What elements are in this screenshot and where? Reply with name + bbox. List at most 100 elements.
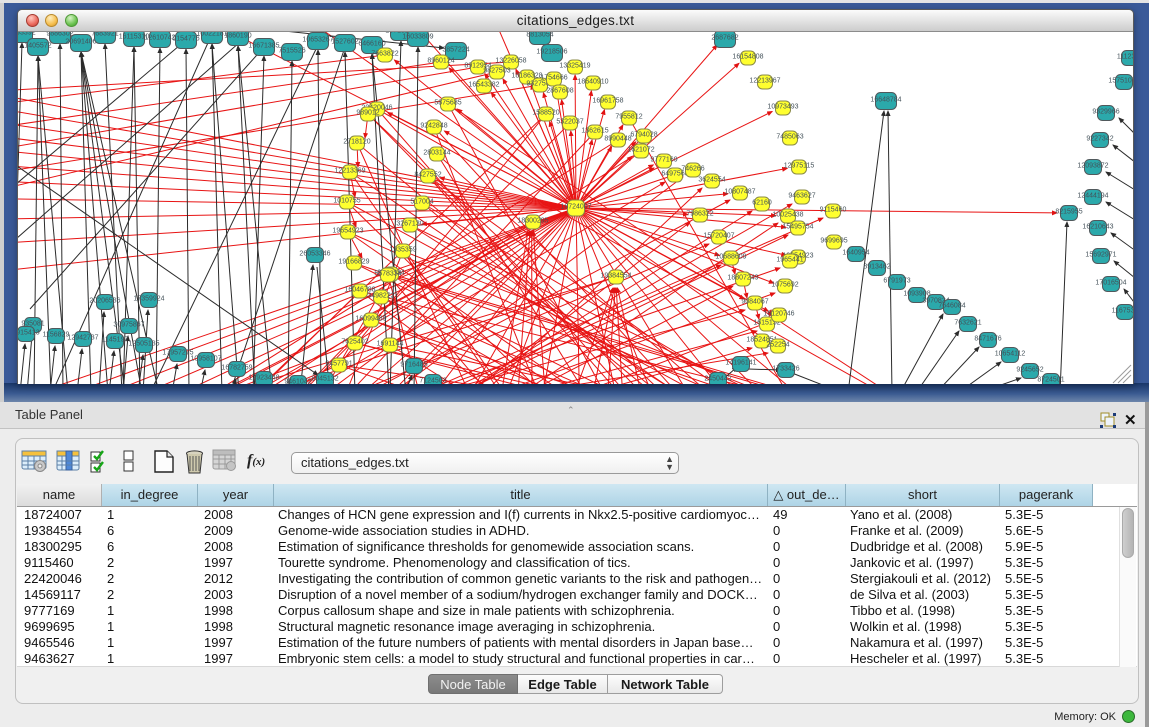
svg-text:1993392: 1993392 [18,32,36,37]
svg-text:16782759: 16782759 [221,365,252,372]
svg-text:16033809: 16033809 [402,34,433,41]
svg-text:8913462: 8913462 [863,264,890,271]
svg-text:7646084: 7646084 [938,303,965,310]
svg-text:517004: 517004 [410,199,433,206]
svg-text:3624554: 3624554 [698,177,725,184]
svg-text:16154808: 16154808 [732,54,763,61]
svg-text:10654112: 10654112 [995,351,1026,358]
svg-text:16099489: 16099489 [355,316,386,323]
svg-text:746266: 746266 [681,166,704,173]
svg-text:12213369: 12213369 [334,168,365,175]
svg-text:12505135: 12505135 [128,341,159,348]
svg-text:16210643: 16210643 [1082,224,1113,231]
svg-text:15495754: 15495754 [782,224,813,231]
svg-text:1527602: 1527602 [331,39,358,46]
svg-text:10807487: 10807487 [724,189,755,196]
svg-text:14196141: 14196141 [725,360,756,367]
svg-text:1010755: 1010755 [333,198,360,205]
svg-text:8471676: 8471676 [974,336,1001,343]
svg-text:20691406: 20691406 [65,39,96,46]
svg-text:18724007: 18724007 [560,204,591,211]
svg-text:17957275: 17957275 [162,350,193,357]
svg-text:12213967: 12213967 [749,78,780,85]
svg-text:8813054: 8813054 [526,32,553,39]
svg-text:9827503: 9827503 [483,68,510,75]
svg-text:9463627: 9463627 [788,193,815,200]
svg-text:5578334: 5578334 [374,271,401,278]
svg-text:7632621: 7632621 [954,320,981,327]
svg-text:9329966: 9329966 [1092,109,1119,116]
svg-text:16671385: 16671385 [248,43,279,50]
svg-text:9716485: 9716485 [400,362,427,369]
svg-text:17016504: 17016504 [1095,280,1126,287]
svg-text:7663822: 7663822 [371,51,398,58]
svg-text:8724501: 8724501 [1037,377,1064,384]
svg-text:12610742: 12610742 [144,35,175,42]
svg-text:17359924: 17359924 [133,296,164,303]
svg-text:9777169: 9777169 [650,157,677,164]
svg-text:12093872: 12093872 [1077,163,1108,170]
svg-text:6466160: 6466160 [358,41,385,48]
svg-text:8215955: 8215955 [1055,209,1082,216]
svg-text:1093908: 1093908 [903,291,930,298]
svg-text:9084067: 9084067 [741,299,768,306]
svg-text:15720407: 15720407 [703,233,734,240]
svg-text:16961758: 16961758 [592,98,623,105]
svg-text:3267130: 3267130 [396,221,423,228]
svg-text:1640954: 1640954 [842,250,869,257]
svg-text:252254: 252254 [766,342,789,349]
svg-text:989012: 989012 [356,110,379,117]
svg-text:9242848: 9242848 [420,123,447,130]
svg-text:2803144: 2803144 [423,150,450,157]
svg-text:10958107: 10958107 [190,356,221,363]
svg-text:6794028: 6794028 [630,132,657,139]
svg-text:7683921: 7683921 [91,32,118,38]
svg-text:5875685: 5875685 [434,100,461,107]
svg-text:1935359: 1935359 [389,247,416,254]
svg-text:1167534: 1167534 [1112,308,1133,315]
svg-text:1405572: 1405572 [24,43,51,50]
svg-text:10022181: 10022181 [196,32,227,38]
svg-text:7955812: 7955812 [615,114,642,121]
svg-text:5322037: 5322037 [556,119,583,126]
svg-text:19384554: 19384554 [600,273,631,280]
svg-text:3498222: 3498222 [367,293,394,300]
svg-text:8960124: 8960124 [427,58,454,65]
svg-text:1588520: 1588520 [532,110,559,117]
svg-text:13325419: 13325419 [559,63,590,70]
svg-text:15751074: 15751074 [1108,78,1133,85]
svg-text:7485063: 7485063 [776,134,803,141]
svg-text:26053346: 26053346 [299,251,330,258]
svg-text:1691144: 1691144 [377,341,404,348]
svg-text:1362615: 1362615 [581,128,608,135]
svg-text:12923448: 12923448 [248,375,279,382]
svg-text:1621072: 1621072 [627,147,654,154]
svg-text:1754666: 1754666 [540,75,567,82]
svg-text:62160: 62160 [752,200,772,207]
svg-text:9227342: 9227342 [1086,136,1113,143]
svg-text:12444194: 12444194 [1077,193,1108,200]
svg-text:20206536: 20206536 [89,298,120,305]
svg-text:7515526: 7515526 [278,48,305,55]
svg-text:7625402: 7625402 [341,339,368,346]
svg-text:10973493: 10973493 [767,104,798,111]
svg-text:1860190: 1860190 [224,33,251,40]
svg-text:30975867: 30975867 [113,322,144,329]
svg-text:1112390: 1112390 [1117,54,1133,61]
svg-text:10653267: 10653267 [302,37,333,44]
svg-text:18807249: 18807249 [727,275,758,282]
svg-text:8045132: 8045132 [311,376,338,383]
svg-text:12942737: 12942737 [67,335,98,342]
svg-text:19218506: 19218506 [536,49,567,56]
svg-text:10025438: 10025438 [772,212,803,219]
svg-text:1145197: 1145197 [102,337,129,344]
svg-text:10688609: 10688609 [715,254,746,261]
svg-text:7124503: 7124503 [419,378,446,385]
svg-text:16648784: 16648784 [870,97,901,104]
svg-text:2450442: 2450442 [704,376,731,383]
svg-text:2687682: 2687682 [711,35,738,42]
svg-text:16543382: 16543382 [468,82,499,89]
svg-text:1965441: 1965441 [776,257,803,264]
svg-text:9461042: 9461042 [284,379,311,385]
svg-text:15692971: 15692971 [1085,252,1116,259]
